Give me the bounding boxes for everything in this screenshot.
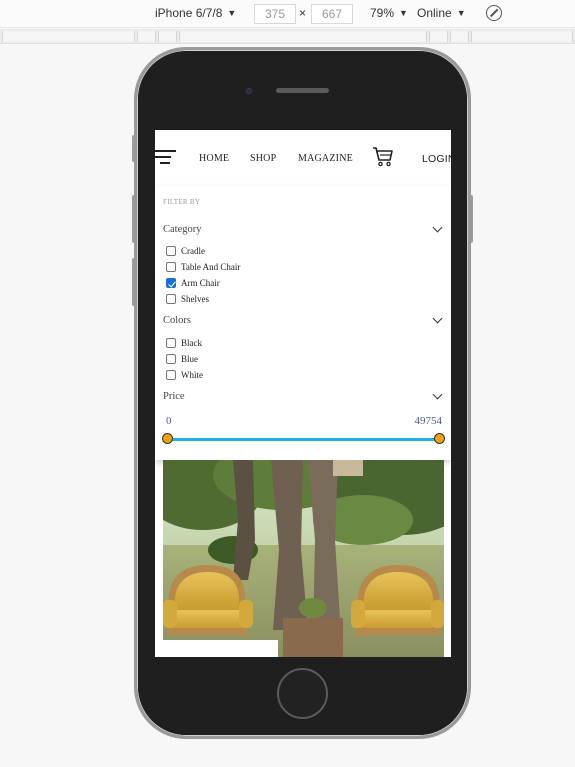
dimension-separator: × [299,6,307,20]
width-input[interactable]: 375 [254,4,296,24]
zoom-label: 79% [370,6,395,20]
option-label: Table And Chair [181,262,241,272]
ruler-segment[interactable] [471,31,573,42]
media-query-ruler [0,29,575,44]
option-label: Cradle [181,246,205,256]
checkbox[interactable] [166,354,176,364]
checkbox[interactable] [166,338,176,348]
option-label: Arm Chair [181,278,220,288]
chevron-down-icon[interactable] [432,389,443,400]
network-select[interactable]: Online ▼ [417,6,466,20]
option-label: Black [181,338,202,348]
rotate-icon[interactable] [486,5,502,21]
network-label: Online [417,6,452,20]
ruler-segment[interactable] [179,31,427,42]
checkbox[interactable] [166,246,176,256]
category-option-arm-chair[interactable]: Arm Chair [166,278,220,288]
checkbox-checked[interactable] [166,278,176,288]
color-option-blue[interactable]: Blue [166,354,198,364]
price-title[interactable]: Price [163,391,185,402]
checkbox[interactable] [166,370,176,380]
ruler-segment[interactable] [158,31,177,42]
price-slider-track[interactable] [167,438,439,441]
nav-link-shop[interactable]: SHOP [250,153,276,164]
filter-by-label: FILTER BY [163,198,201,206]
category-option-shelves[interactable]: Shelves [166,294,209,304]
category-option-table-and-chair[interactable]: Table And Chair [166,262,240,272]
ruler-segment[interactable] [2,31,135,42]
chevron-down-icon: ▼ [456,8,466,18]
device-select[interactable]: iPhone 6/7/8 ▼ [155,6,236,20]
filter-panel: FILTER BY Category Cradle Table And Chai… [155,186,451,460]
chevron-down-icon[interactable] [432,222,443,233]
height-input[interactable]: 667 [311,4,353,24]
option-label: Blue [181,354,198,364]
color-option-black[interactable]: Black [166,338,202,348]
speaker-grille [276,88,329,93]
camera-icon [246,88,252,94]
ruler-segment[interactable] [137,31,156,42]
home-button[interactable] [277,668,328,719]
chevron-down-icon: ▼ [399,8,408,18]
option-label: White [181,370,203,380]
colors-title[interactable]: Colors [163,315,191,326]
nav-link-home[interactable]: HOME [199,153,229,164]
price-min-value: 0 [166,415,172,427]
device-label: iPhone 6/7/8 [155,6,223,20]
chevron-down-icon: ▼ [227,8,237,18]
navbar: HOME SHOP MAGAZINE LOGIN [155,130,451,186]
phone-screen: HOME SHOP MAGAZINE LOGIN FILTER BY Categ… [155,130,451,657]
devtools-toolbar: iPhone 6/7/8 ▼ 375 × 667 79% ▼ Online ▼ [0,0,575,28]
category-option-cradle[interactable]: Cradle [166,246,205,256]
ruler-segment[interactable] [450,31,469,42]
price-max-value: 49754 [414,415,443,427]
hamburger-menu-icon[interactable] [155,150,176,166]
chevron-down-icon[interactable] [432,313,443,324]
option-label: Shelves [181,294,209,304]
color-option-white[interactable]: White [166,370,203,380]
product-image[interactable] [163,460,444,657]
checkbox[interactable] [166,294,176,304]
zoom-select[interactable]: 79% ▼ [370,6,408,20]
login-link[interactable]: LOGIN [422,153,451,165]
cart-icon[interactable] [372,146,394,167]
ruler-segment[interactable] [429,31,448,42]
checkbox[interactable] [166,262,176,272]
category-title[interactable]: Category [163,224,202,235]
nav-link-magazine[interactable]: MAGAZINE [298,153,353,164]
price-slider-min-handle[interactable] [162,433,173,444]
price-slider-max-handle[interactable] [434,433,445,444]
